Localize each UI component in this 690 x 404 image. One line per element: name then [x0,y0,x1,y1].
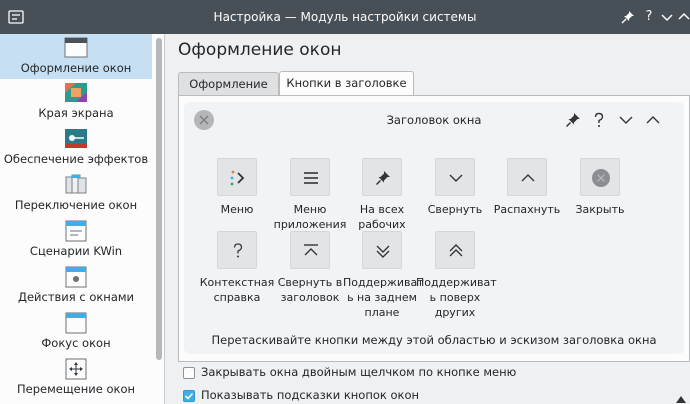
question-icon [217,231,257,269]
titlebar-preview[interactable]: Заголовок окна [184,102,684,138]
button-item-app-menu[interactable]: Меню приложения [271,158,349,234]
button-item-label: Свернуть [427,203,483,216]
sidebar: Оформление окон Края экрана Обеспечение … [0,34,165,404]
help-icon[interactable]: ? [641,9,657,25]
chevron-up-icon [507,158,547,196]
minimize-icon[interactable] [659,9,675,25]
tab-decoration[interactable]: Оформление [178,72,279,95]
button-item-label: Меню [220,203,254,216]
button-item-on-all-desktops[interactable]: На всех рабочих [343,158,421,234]
shade-icon [290,231,330,269]
drag-hint: Перетаскивайте кнопки между этой область… [211,333,657,347]
checkbox-box[interactable] [183,390,195,402]
sidebar-item-effects[interactable]: Обеспечение эффектов [0,125,152,170]
button-item-label: Поддерживат ь поверх других [416,276,497,319]
window-focus-icon [64,311,88,335]
effects-icon [64,127,88,151]
menu-dots-icon [217,158,257,196]
sidebar-item-label: Края экрана [38,106,114,120]
sidebar-item-label: Действия с окнами [17,290,135,304]
button-item-context-help[interactable]: Контекстная справка [198,231,276,307]
sidebar-scrollbar[interactable] [153,34,163,404]
chevron-down-icon[interactable] [617,111,635,129]
window-decoration-icon [64,36,88,60]
sidebar-item-label: Обеспечение эффектов [3,152,149,166]
checkbox-label: Показывать подсказки кнопок окон [201,388,420,402]
chevron-down-icon [435,158,475,196]
checkbox-close-on-double-click[interactable]: Закрывать окна двойным щелчком по кнопке… [183,365,516,381]
tab-titlebar-buttons[interactable]: Кнопки в заголовке [279,71,414,96]
hamburger-icon [290,158,330,196]
button-item-label: Контекстная справка [199,276,275,304]
sidebar-item-label: Сценарии KWin [29,244,123,258]
keep-below-icon [362,231,402,269]
scrollbar-thumb[interactable] [156,38,162,360]
button-item-menu[interactable]: Меню [198,158,276,218]
chevron-up-icon[interactable] [644,111,662,129]
question-icon[interactable] [590,111,608,129]
button-item-label: Свернуть в заголовок [277,276,343,304]
button-item-keep-below[interactable]: Поддерживат ь на заднем плане [343,231,424,323]
button-item-shade[interactable]: Свернуть в заголовок [271,231,349,307]
checkbox-box[interactable] [183,367,195,379]
sidebar-item-task-switcher[interactable]: Переключение окон [0,171,152,216]
scroll-down-arrow-icon[interactable] [676,392,686,403]
preview-window-title: Заголовок окна [386,113,482,127]
button-item-keep-above[interactable]: Поддерживат ь поверх других [416,231,497,323]
button-item-maximize[interactable]: Распахнуть [488,158,566,218]
window-titlebar: Настройка — Модуль настройки системы ? [0,0,690,34]
button-item-minimize[interactable]: Свернуть [416,158,494,218]
kwin-scripts-icon [64,219,88,243]
checkbox-label: Закрывать окна двойным щелчком по кнопке… [201,365,517,379]
window-actions-icon [64,265,88,289]
screen-edges-icon [64,81,88,105]
button-item-close[interactable]: Закрыть [561,158,639,218]
keep-above-icon [435,231,475,269]
window-title: Настройка — Модуль настройки системы [213,10,477,24]
button-item-label: Меню приложения [273,203,347,231]
pin-icon[interactable] [620,9,636,25]
button-item-label: Распахнуть [493,203,561,216]
button-item-label: Поддерживат ь на заднем плане [343,276,424,319]
button-item-label: На всех рабочих [358,203,406,231]
sidebar-item-window-focus[interactable]: Фокус окон [0,309,152,354]
sidebar-item-label: Переключение окон [14,198,138,212]
maximize-icon[interactable] [677,9,690,25]
checkbox-show-tooltips[interactable]: Показывать подсказки кнопок окон [183,388,419,404]
sidebar-item-kwin-scripts[interactable]: Сценарии KWin [0,217,152,262]
button-item-label: Закрыть [575,203,625,216]
sidebar-item-window-move[interactable]: Перемещение окон [0,355,152,400]
page-title: Оформление окон [178,40,342,60]
sidebar-item-label: Фокус окон [41,336,111,350]
sidebar-item-window-decoration[interactable]: Оформление окон [0,34,152,79]
sidebar-item-window-actions[interactable]: Действия с окнами [0,263,152,308]
pin-icon [362,158,402,196]
task-switcher-icon [64,173,88,197]
sidebar-item-label: Перемещение окон [16,382,135,396]
sidebar-item-screen-edges[interactable]: Края экрана [0,79,152,124]
window-move-icon [64,357,88,381]
pin-icon[interactable] [564,111,582,129]
close-circle-icon [580,158,620,196]
sidebar-item-label: Оформление окон [20,61,132,75]
